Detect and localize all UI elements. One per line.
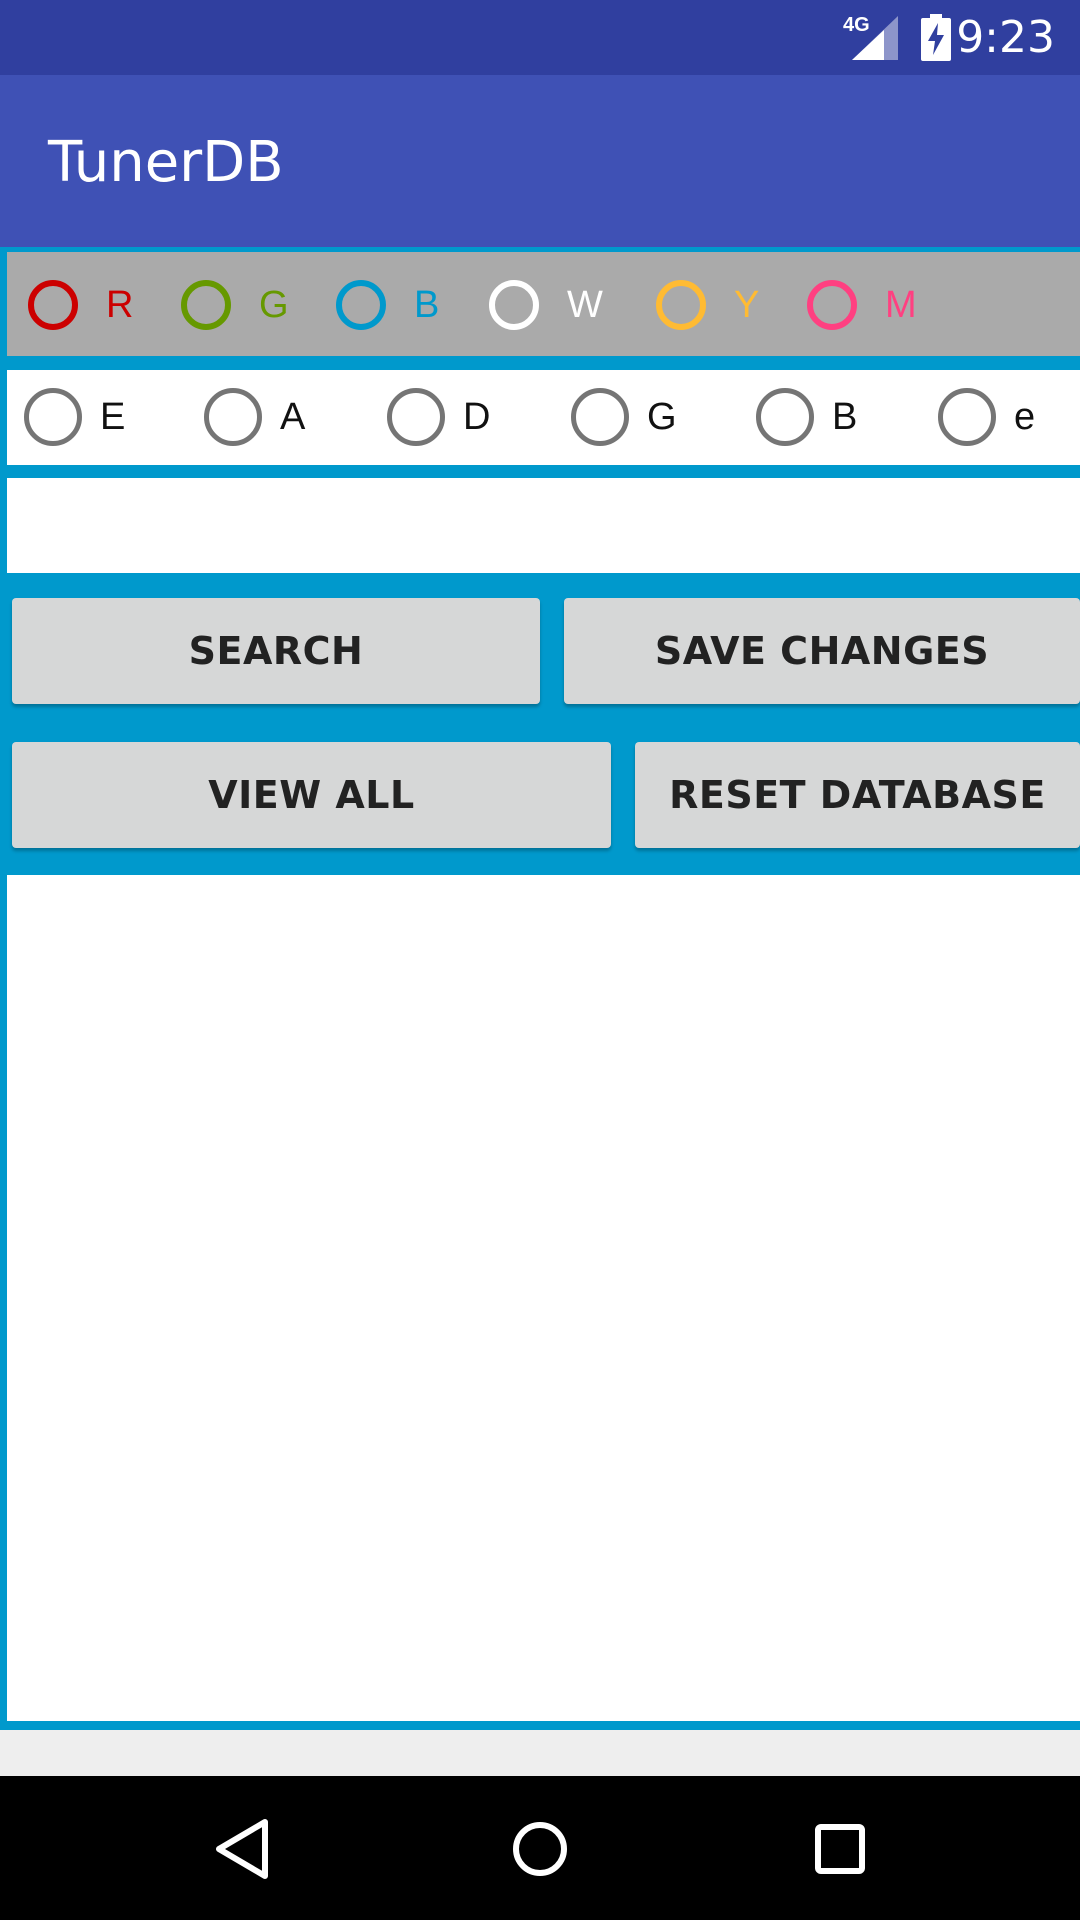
string-label: G <box>647 395 677 438</box>
color-label: R <box>106 283 134 326</box>
radio-circle-icon[interactable] <box>181 280 231 330</box>
string-radio-d[interactable]: D <box>387 385 490 449</box>
color-label: Y <box>734 283 760 326</box>
string-label: e <box>1014 395 1036 438</box>
save-changes-button[interactable]: SAVE CHANGES <box>564 598 1080 704</box>
color-radio-w[interactable]: W <box>489 275 603 335</box>
app-bar: TunerDB <box>0 75 1080 247</box>
view-all-button[interactable]: VIEW ALL <box>12 742 611 848</box>
search-input-container <box>7 478 1080 573</box>
search-input[interactable] <box>7 478 1080 573</box>
color-radio-b[interactable]: B <box>336 275 439 335</box>
radio-circle-icon[interactable] <box>24 388 82 446</box>
recents-icon[interactable] <box>805 1814 875 1884</box>
radio-circle-icon[interactable] <box>571 388 629 446</box>
string-radio-b[interactable]: B <box>756 385 857 449</box>
string-label: E <box>100 395 126 438</box>
color-label: B <box>414 283 440 326</box>
string-label: D <box>463 395 491 438</box>
color-radio-m[interactable]: M <box>807 275 917 335</box>
color-radio-g[interactable]: G <box>181 275 289 335</box>
battery-charging-icon <box>921 14 951 61</box>
color-label: W <box>567 283 603 326</box>
reset-database-button[interactable]: RESET DATABASE <box>635 742 1080 848</box>
color-radio-r[interactable]: R <box>28 275 133 335</box>
app-title: TunerDB <box>48 130 284 195</box>
radio-circle-icon[interactable] <box>489 280 539 330</box>
radio-circle-icon[interactable] <box>28 280 78 330</box>
radio-circle-icon[interactable] <box>938 388 996 446</box>
color-radio-y[interactable]: Y <box>656 275 759 335</box>
radio-circle-icon[interactable] <box>336 280 386 330</box>
radio-circle-icon[interactable] <box>756 388 814 446</box>
back-icon[interactable] <box>207 1814 277 1884</box>
radio-circle-icon[interactable] <box>204 388 262 446</box>
status-bar: 4G 9:23 <box>0 0 1080 75</box>
home-icon[interactable] <box>505 1814 575 1884</box>
search-button[interactable]: SEARCH <box>12 598 540 704</box>
string-radio-e-high[interactable]: e <box>938 385 1035 449</box>
string-radio-a[interactable]: A <box>204 385 305 449</box>
color-label: M <box>885 283 917 326</box>
radio-circle-icon[interactable] <box>387 388 445 446</box>
color-label: G <box>259 283 289 326</box>
signal-icon <box>852 16 898 60</box>
string-radio-group <box>7 370 1080 465</box>
radio-circle-icon[interactable] <box>807 280 857 330</box>
string-label: A <box>280 395 306 438</box>
string-label: B <box>832 395 858 438</box>
results-list[interactable] <box>7 875 1080 1721</box>
navigation-bar <box>0 1776 1080 1920</box>
clock: 9:23 <box>956 12 1055 63</box>
string-radio-e-low[interactable]: E <box>24 385 125 449</box>
radio-circle-icon[interactable] <box>656 280 706 330</box>
string-radio-g[interactable]: G <box>571 385 677 449</box>
